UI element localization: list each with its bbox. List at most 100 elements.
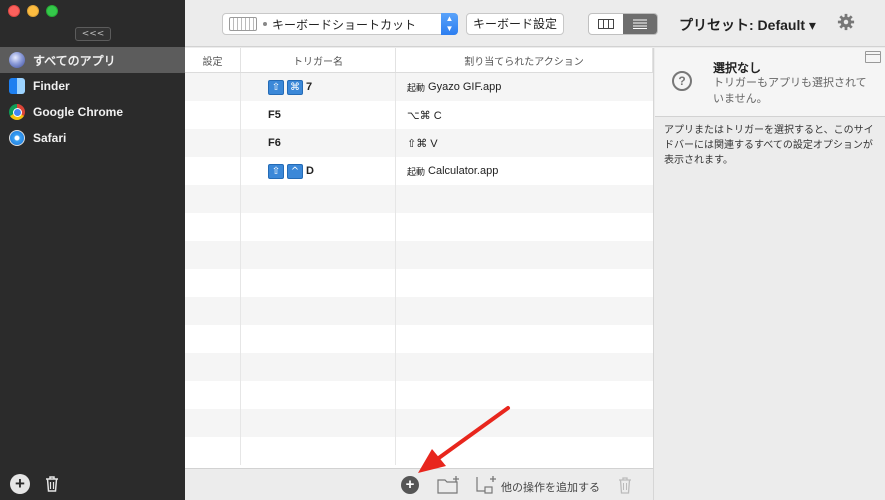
- empty-cell: [185, 269, 241, 297]
- empty-cell: [241, 437, 396, 465]
- action-label: Calculator.app: [428, 165, 499, 177]
- columns-icon: [598, 19, 614, 29]
- control-key-icon: ^: [287, 163, 303, 179]
- empty-table-row: [185, 213, 653, 241]
- empty-cell: [396, 353, 653, 381]
- table-header: 設定 トリガー名 割り当てられたアクション: [185, 48, 653, 73]
- empty-cell: [241, 409, 396, 437]
- app-item-label: Google Chrome: [33, 105, 124, 119]
- keyboard-icon: [229, 17, 257, 31]
- toolbar: キーボードショートカット ▲ ▼ キーボード設定 プリセット: Default ▾: [185, 0, 885, 47]
- table-row[interactable]: ⇧ ^ D 起動 Calculator.app: [185, 157, 653, 185]
- row-settings-cell: [185, 157, 241, 185]
- trash-icon[interactable]: [42, 474, 62, 494]
- empty-cell: [396, 185, 653, 213]
- action-cell: ⌥⌘ C: [396, 101, 653, 129]
- trigger-type-value: キーボードショートカット: [272, 17, 417, 32]
- column-header-trigger-name[interactable]: トリガー名: [241, 48, 396, 72]
- info-title: 選択なし: [713, 61, 762, 75]
- app-item-safari[interactable]: Safari: [0, 125, 185, 151]
- view-mode-toggle: [588, 13, 658, 35]
- chevron-updown-icon: ▲ ▼: [441, 13, 458, 35]
- collapse-sidebar-button[interactable]: <<<: [75, 27, 111, 41]
- window-icon[interactable]: [865, 51, 881, 63]
- empty-cell: [185, 213, 241, 241]
- app-item-label: すべてのアプリ: [33, 53, 116, 68]
- table-row[interactable]: F5 ⌥⌘ C: [185, 101, 653, 129]
- app-list: すべてのアプリ Finder Google Chrome Safari: [0, 47, 185, 151]
- action-cell: ⇧⌘ V: [396, 129, 653, 157]
- add-action-icon[interactable]: [474, 475, 498, 495]
- trigger-key: 7: [306, 81, 313, 93]
- empty-cell: [241, 325, 396, 353]
- empty-table-row: [185, 185, 653, 213]
- empty-cell: [396, 241, 653, 269]
- add-app-button[interactable]: +: [10, 474, 30, 494]
- question-icon: ?: [672, 71, 692, 91]
- bullet-icon: [263, 22, 267, 26]
- zoom-window-button[interactable]: [46, 5, 58, 17]
- list-icon: [633, 19, 647, 29]
- row-settings-cell: [185, 101, 241, 129]
- empty-table-row: [185, 437, 653, 465]
- info-description: アプリまたはトリガーを選択すると、このサイドバーには関連するすべての設定オプショ…: [664, 125, 874, 166]
- empty-cell: [241, 269, 396, 297]
- empty-table-row: [185, 353, 653, 381]
- empty-cell: [185, 241, 241, 269]
- app-item-label: Safari: [33, 131, 67, 145]
- keyboard-settings-button[interactable]: キーボード設定: [466, 13, 564, 35]
- sidebar-actions: +: [10, 474, 62, 494]
- empty-table-row: [185, 297, 653, 325]
- info-panel-header: ? 選択なし トリガーもアプリも選択されていません。: [655, 48, 885, 117]
- column-header-assigned-action[interactable]: 割り当てられたアクション: [396, 48, 653, 72]
- row-settings-cell: [185, 73, 241, 101]
- empty-table-row: [185, 325, 653, 353]
- empty-cell: [185, 185, 241, 213]
- trigger-table: 設定 トリガー名 割り当てられたアクション ⇧ ⌘ 7 起動 Gyazo GIF…: [185, 48, 654, 468]
- gear-icon[interactable]: [837, 13, 855, 31]
- chrome-icon: [9, 104, 25, 120]
- safari-icon: [9, 130, 25, 146]
- empty-cell: [241, 213, 396, 241]
- trigger-cell: ⇧ ⌘ 7: [241, 73, 396, 101]
- empty-cell: [185, 353, 241, 381]
- add-trigger-button[interactable]: +: [401, 476, 419, 494]
- app-item-finder[interactable]: Finder: [0, 73, 185, 99]
- app-sidebar: <<< すべてのアプリ Finder Google Chrome Safari …: [0, 0, 185, 500]
- app-item-label: Finder: [33, 79, 70, 93]
- close-window-button[interactable]: [8, 5, 20, 17]
- trash-icon[interactable]: [616, 475, 634, 495]
- column-header-settings[interactable]: 設定: [185, 48, 241, 72]
- app-item-google-chrome[interactable]: Google Chrome: [0, 99, 185, 125]
- trigger-type-select[interactable]: キーボードショートカット ▲ ▼: [222, 13, 458, 35]
- empty-cell: [241, 353, 396, 381]
- empty-table-row: [185, 381, 653, 409]
- empty-cell: [396, 297, 653, 325]
- add-folder-icon[interactable]: [437, 475, 461, 495]
- empty-cell: [396, 381, 653, 409]
- list-view-button[interactable]: [623, 14, 657, 34]
- table-row[interactable]: F6 ⇧⌘ V: [185, 129, 653, 157]
- add-action-label[interactable]: 他の操作を追加する: [501, 479, 600, 495]
- minimize-window-button[interactable]: [27, 5, 39, 17]
- empty-cell: [396, 325, 653, 353]
- command-key-icon: ⌘: [287, 79, 303, 95]
- preset-selector[interactable]: プリセット: Default ▾: [679, 15, 816, 35]
- empty-cell: [396, 437, 653, 465]
- empty-cell: [185, 437, 241, 465]
- empty-cell: [185, 297, 241, 325]
- info-subtitle: トリガーもアプリも選択されていません。: [713, 77, 867, 105]
- action-prefix: 起動: [407, 82, 426, 93]
- empty-cell: [241, 241, 396, 269]
- action-label: ⌥⌘ C: [407, 109, 442, 122]
- action-label: ⇧⌘ V: [407, 137, 438, 150]
- action-prefix: 起動: [407, 166, 426, 177]
- empty-cell: [185, 381, 241, 409]
- empty-cell: [396, 213, 653, 241]
- table-footer-toolbar: + 他の操作を追加する: [185, 468, 654, 500]
- empty-cell: [396, 269, 653, 297]
- app-item-all-apps[interactable]: すべてのアプリ: [0, 47, 185, 73]
- info-panel: ? 選択なし トリガーもアプリも選択されていません。 アプリまたはトリガーを選択…: [655, 48, 885, 500]
- table-row[interactable]: ⇧ ⌘ 7 起動 Gyazo GIF.app: [185, 73, 653, 101]
- column-view-button[interactable]: [589, 14, 623, 34]
